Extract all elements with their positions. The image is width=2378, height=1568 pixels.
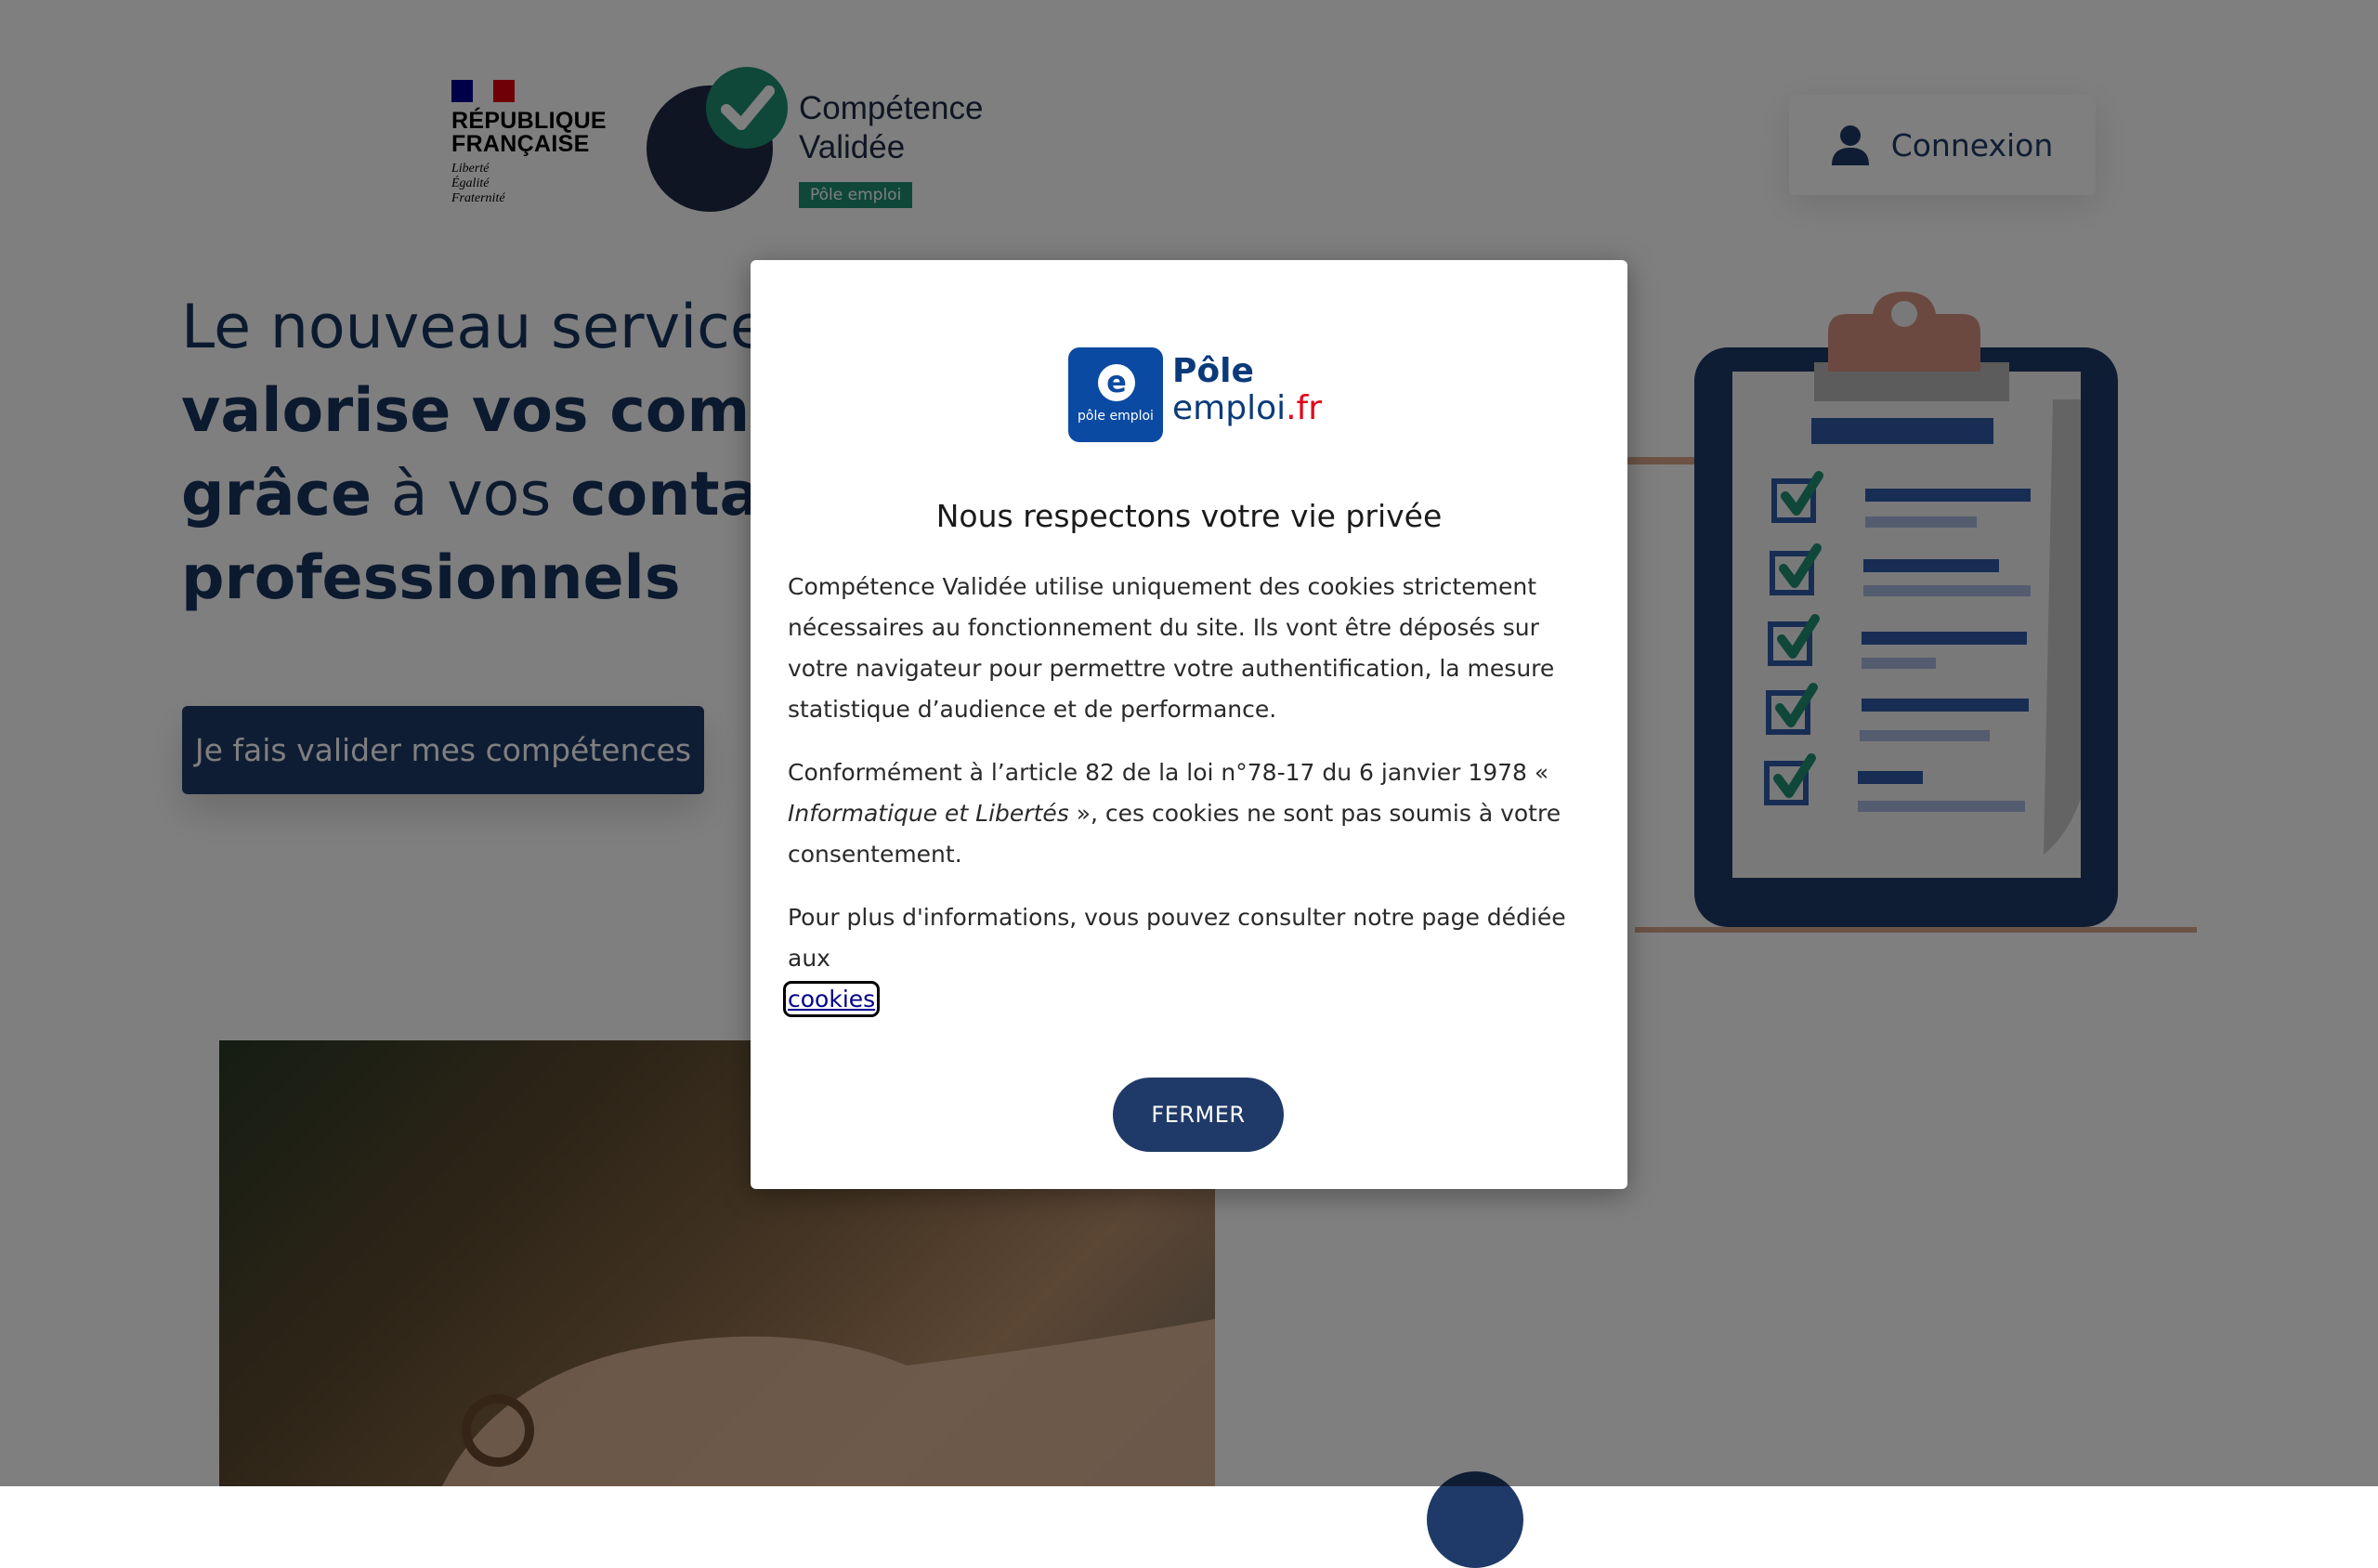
pole-emploi-e-icon: e [1098,364,1135,401]
modal-paragraph-2: Conformément à l’article 82 de la loi n°… [788,752,1596,875]
cookies-link[interactable]: cookies [782,981,881,1017]
pole-emploi-badge: e pôle emploi [1068,347,1163,442]
paragraph2-before: Conformément à l’article 82 de la loi n°… [788,759,1549,786]
pole-emploi-logo: e pôle emploi Pôle emploi.fr [1068,347,1323,444]
page: RÉPUBLIQUE FRANÇAISE Liberté Égalité Fra… [0,0,2378,1568]
pole-emploi-word1: Pôle [1172,352,1254,390]
cookie-modal: e pôle emploi Pôle emploi.fr Nous respec… [751,260,1627,1189]
pole-emploi-badge-text: pôle emploi [1078,409,1154,424]
pole-emploi-word2: emploi [1172,389,1287,427]
modal-paragraph-3: Pour plus d'informations, vous pouvez co… [782,897,1596,1020]
pole-emploi-fr: .fr [1286,389,1323,427]
modal-paragraph-1: Compétence Validée utilise uniquement de… [788,573,1555,723]
paragraph3-before: Pour plus d'informations, vous pouvez co… [788,904,1566,972]
modal-title: Nous respectons votre vie privée [935,498,1443,534]
paragraph2-italic: Informatique et Libertés [788,800,1069,827]
close-button[interactable]: FERMER [1113,1078,1284,1152]
